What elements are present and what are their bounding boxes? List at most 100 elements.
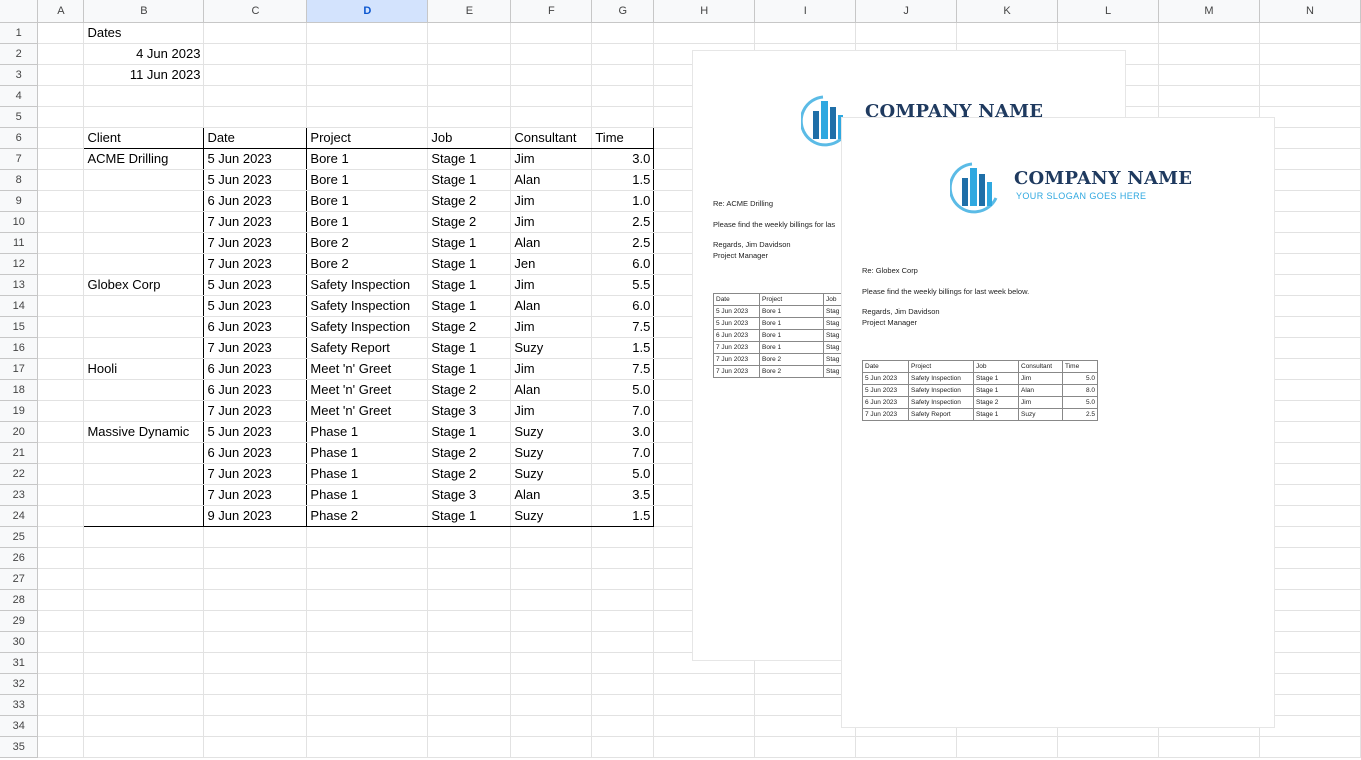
- cell[interactable]: [306, 22, 429, 44]
- row-header[interactable]: 10: [0, 211, 39, 233]
- cell[interactable]: Stage 1: [427, 253, 512, 275]
- cell[interactable]: [1259, 736, 1361, 758]
- cell[interactable]: 5 Jun 2023: [203, 420, 308, 443]
- cell[interactable]: 7.5: [591, 316, 655, 338]
- cell[interactable]: [1259, 526, 1361, 548]
- cell[interactable]: Stage 2: [427, 442, 512, 464]
- cell[interactable]: [306, 610, 429, 632]
- cell[interactable]: [203, 694, 308, 716]
- row-header[interactable]: 12: [0, 253, 39, 275]
- cell[interactable]: [306, 568, 429, 590]
- cell[interactable]: Bore 2: [306, 232, 429, 254]
- cell[interactable]: [956, 22, 1059, 44]
- cell[interactable]: Hooli: [83, 357, 205, 380]
- row-header[interactable]: 24: [0, 505, 39, 527]
- cell[interactable]: [1259, 610, 1361, 632]
- row-header[interactable]: 13: [0, 274, 39, 296]
- cell[interactable]: 11 Jun 2023: [83, 64, 205, 86]
- cell[interactable]: [427, 589, 512, 611]
- cell[interactable]: [427, 715, 512, 737]
- cell[interactable]: [1259, 484, 1361, 506]
- column-header[interactable]: A: [37, 0, 85, 23]
- cell[interactable]: [37, 610, 85, 632]
- cell[interactable]: [306, 547, 429, 569]
- row-header[interactable]: 7: [0, 148, 39, 170]
- cell[interactable]: [203, 43, 308, 65]
- cell[interactable]: [37, 526, 85, 548]
- column-header[interactable]: M: [1158, 0, 1260, 23]
- cell[interactable]: [203, 85, 308, 107]
- cell[interactable]: [510, 526, 593, 548]
- cell[interactable]: Time: [591, 126, 655, 149]
- cell[interactable]: [1259, 505, 1361, 527]
- column-header[interactable]: K: [956, 0, 1059, 23]
- cell[interactable]: [83, 673, 205, 695]
- cell[interactable]: [754, 673, 857, 695]
- cell[interactable]: [83, 295, 205, 317]
- cell[interactable]: 5 Jun 2023: [203, 148, 308, 170]
- cell[interactable]: [427, 547, 512, 569]
- row-header[interactable]: 34: [0, 715, 39, 737]
- cell[interactable]: Dates: [83, 22, 205, 44]
- cell[interactable]: [754, 694, 857, 716]
- row-header[interactable]: 32: [0, 673, 39, 695]
- cell[interactable]: Job: [427, 126, 512, 149]
- cell[interactable]: [591, 106, 655, 128]
- cell[interactable]: Stage 2: [427, 316, 512, 338]
- cell[interactable]: Project: [306, 126, 429, 149]
- cell[interactable]: [1158, 736, 1260, 758]
- cell[interactable]: Meet 'n' Greet: [306, 379, 429, 401]
- row-header[interactable]: 29: [0, 610, 39, 632]
- cell[interactable]: Jim: [510, 190, 593, 212]
- cell[interactable]: [591, 85, 655, 107]
- cell[interactable]: [83, 169, 205, 191]
- cell[interactable]: 9 Jun 2023: [203, 505, 308, 527]
- row-header[interactable]: 19: [0, 400, 39, 422]
- cell[interactable]: [83, 736, 205, 758]
- cell[interactable]: [37, 190, 85, 212]
- cell[interactable]: [427, 64, 512, 86]
- row-header[interactable]: 3: [0, 64, 39, 86]
- cell[interactable]: 1.5: [591, 505, 655, 527]
- cell[interactable]: [510, 22, 593, 44]
- cell[interactable]: [510, 715, 593, 737]
- cell[interactable]: [1259, 127, 1361, 149]
- cell[interactable]: Stage 2: [427, 463, 512, 485]
- row-header[interactable]: 17: [0, 358, 39, 380]
- cell[interactable]: [83, 526, 205, 548]
- cell[interactable]: [83, 568, 205, 590]
- cell[interactable]: [203, 547, 308, 569]
- cell[interactable]: [653, 694, 756, 716]
- cell[interactable]: [754, 22, 857, 44]
- row-header[interactable]: 25: [0, 526, 39, 548]
- row-header[interactable]: 33: [0, 694, 39, 716]
- cell[interactable]: [83, 547, 205, 569]
- cell[interactable]: [427, 106, 512, 128]
- cell[interactable]: Safety Report: [306, 337, 429, 359]
- column-header[interactable]: G: [591, 0, 655, 23]
- cell[interactable]: Alan: [510, 169, 593, 191]
- cell[interactable]: [83, 232, 205, 254]
- cell[interactable]: [427, 43, 512, 65]
- cell[interactable]: [203, 610, 308, 632]
- cell[interactable]: Alan: [510, 484, 593, 506]
- cell[interactable]: [83, 85, 205, 107]
- cell[interactable]: [510, 694, 593, 716]
- row-header[interactable]: 8: [0, 169, 39, 191]
- row-header[interactable]: 20: [0, 421, 39, 443]
- row-header[interactable]: 18: [0, 379, 39, 401]
- row-header[interactable]: 2: [0, 43, 39, 65]
- cell[interactable]: [591, 22, 655, 44]
- cell[interactable]: [1057, 22, 1159, 44]
- cell[interactable]: Client: [83, 126, 205, 149]
- cell[interactable]: [1259, 652, 1361, 674]
- cell[interactable]: [855, 736, 958, 758]
- cell[interactable]: [1259, 421, 1361, 443]
- cell[interactable]: [427, 610, 512, 632]
- cell[interactable]: 5 Jun 2023: [203, 295, 308, 317]
- cell[interactable]: [37, 85, 85, 107]
- cell[interactable]: [83, 400, 205, 422]
- cell[interactable]: [306, 673, 429, 695]
- cell[interactable]: [37, 274, 85, 296]
- row-header[interactable]: 1: [0, 22, 39, 44]
